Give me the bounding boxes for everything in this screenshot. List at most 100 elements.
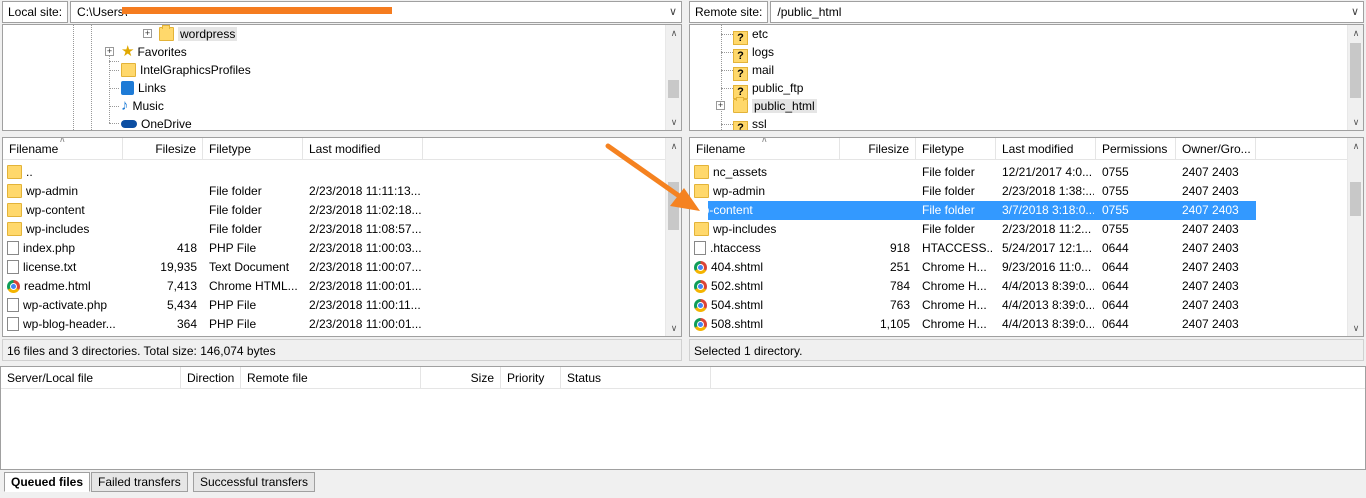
cell-owner: 2407 2403 — [1182, 317, 1239, 331]
column-header-status[interactable]: Status — [561, 367, 711, 389]
annotation-arrow-icon — [605, 143, 700, 211]
column-header-direction[interactable]: Direction — [181, 367, 241, 389]
column-header-filetype[interactable]: Filetype — [203, 138, 303, 160]
cell-name: wp-includes — [7, 220, 121, 239]
tab-failed-transfers[interactable]: Failed transfers — [91, 472, 188, 492]
column-header-last-modified[interactable]: Last modified — [996, 138, 1096, 160]
tree-item-links[interactable]: Links — [121, 79, 166, 97]
cell-perm: 0755 — [1102, 165, 1129, 179]
table-row[interactable]: wp-includes File folder 2/23/2018 11:2... 0… — [690, 220, 1256, 239]
column-header-filesize[interactable]: Filesize — [840, 138, 916, 160]
unknown-folder-icon: ? — [733, 121, 748, 130]
scroll-down-icon[interactable]: ∨ — [1348, 114, 1363, 130]
column-header-filetype[interactable]: Filetype — [916, 138, 996, 160]
tree-item-favorites[interactable]: ★ Favorites — [121, 43, 187, 61]
table-row[interactable]: .htaccess 918 HTACCESS... 5/24/2017 12:1...… — [690, 239, 1256, 258]
expand-icon[interactable]: + — [105, 47, 114, 56]
table-row[interactable]: index.php 418 PHP File 2/23/2018 11:00:03..… — [3, 239, 667, 258]
table-row[interactable]: wp-activate.php 5,434 PHP File 2/23/2018 11… — [3, 296, 667, 315]
table-row[interactable]: wp-admin File folder 2/23/2018 11:11:13... — [3, 182, 667, 201]
cell-type: PHP File — [209, 241, 257, 255]
scroll-up-icon[interactable]: ∧ — [1348, 138, 1363, 154]
tree-item-wordpress[interactable]: wordpress — [159, 25, 238, 43]
table-row[interactable]: 508.shtml 1,105 Chrome H... 4/4/2013 8:39:0… — [690, 315, 1256, 334]
tab-successful-transfers[interactable]: Successful transfers — [193, 472, 316, 492]
cell-name: 502.shtml — [694, 277, 838, 296]
chevron-down-icon[interactable]: ∨ — [1351, 2, 1359, 22]
cell-type: Chrome H... — [922, 298, 987, 312]
cell-modified: 2/23/2018 11:00:01... — [309, 317, 421, 331]
tree-item-intelgraphicsprofiles[interactable]: IntelGraphicsProfiles — [121, 61, 251, 79]
table-row[interactable]: readme.html 7,413 Chrome HTML... 2/23/2018 … — [3, 277, 667, 296]
sort-arrow-icon: ∧ — [761, 137, 768, 144]
cell-modified: 2/23/2018 11:00:07... — [309, 260, 421, 274]
column-header-owner-group[interactable]: Owner/Gro... — [1176, 138, 1256, 160]
chevron-down-icon[interactable]: ∨ — [669, 2, 677, 22]
scroll-up-icon[interactable]: ∧ — [1348, 25, 1363, 41]
tree-item-ssl[interactable]: ? ssl — [733, 115, 767, 130]
cell-name: readme.html — [7, 277, 121, 296]
scroll-down-icon[interactable]: ∨ — [666, 320, 681, 336]
scroll-down-icon[interactable]: ∨ — [666, 114, 681, 130]
local-path-input[interactable]: C:\Users\ ∨ — [70, 1, 682, 23]
remote-path-input[interactable]: /public_html ∨ — [770, 1, 1364, 23]
table-row[interactable]: license.txt 19,935 Text Document 2/23/2018 … — [3, 258, 667, 277]
redaction-mark — [122, 7, 393, 14]
table-row[interactable]: nc_assets File folder 12/21/2017 4:0... 075… — [690, 163, 1256, 182]
table-row[interactable]: wp-blog-header... 364 PHP File 2/23/2018 11… — [3, 315, 667, 334]
table-row[interactable]: 502.shtml 784 Chrome H... 4/4/2013 8:39:0..… — [690, 277, 1256, 296]
tree-item-onedrive[interactable]: OneDrive — [121, 115, 192, 130]
transfer-queue: Server/Local file Direction Remote file … — [0, 366, 1366, 470]
scroll-up-icon[interactable]: ∧ — [666, 25, 681, 41]
column-header-priority[interactable]: Priority — [501, 367, 561, 389]
table-row[interactable]: wp-includes File folder 2/23/2018 11:08:57… — [3, 220, 667, 239]
expand-icon[interactable]: + — [143, 29, 152, 38]
cell-modified: 12/21/2017 4:0... — [1002, 165, 1093, 179]
remote-list-scrollbar[interactable]: ∧ ∨ — [1347, 138, 1363, 336]
column-header-size[interactable]: Size — [421, 367, 501, 389]
links-icon — [121, 81, 134, 95]
tree-item-public-ftp[interactable]: ? public_ftp — [733, 79, 803, 99]
cell-modified: 4/4/2013 8:39:0... — [1002, 298, 1094, 312]
cell-name: index.php — [7, 239, 121, 258]
column-header-permissions[interactable]: Permissions — [1096, 138, 1176, 160]
column-header-last-modified[interactable]: Last modified — [303, 138, 423, 160]
table-row[interactable]: 404.shtml 251 Chrome H... 9/23/2016 11:0...… — [690, 258, 1256, 277]
column-header-filesize[interactable]: Filesize — [123, 138, 203, 160]
cell-type: Chrome H... — [922, 279, 987, 293]
table-row[interactable]: wp-content File folder 3/7/2018 3:18:0... 0… — [694, 201, 1256, 220]
tree-item-etc[interactable]: ? etc — [733, 25, 768, 45]
scroll-down-icon[interactable]: ∨ — [1348, 320, 1363, 336]
table-row[interactable]: wp-content File folder 2/23/2018 11:02:18.… — [3, 201, 667, 220]
cell-name: .htaccess — [694, 239, 838, 258]
cell-size: 19,935 — [160, 260, 197, 274]
table-row[interactable]: 504.shtml 763 Chrome H... 4/4/2013 8:39:0..… — [690, 296, 1256, 315]
table-row[interactable]: wp-admin File folder 2/23/2018 1:38:... 075… — [690, 182, 1256, 201]
tree-item-mail[interactable]: ? mail — [733, 61, 774, 81]
tree-item-music[interactable]: ♪ Music — [121, 97, 164, 115]
column-header-server-local-file[interactable]: Server/Local file — [1, 367, 181, 389]
scroll-thumb[interactable] — [668, 80, 679, 98]
cell-type: Text Document — [209, 260, 290, 274]
remote-tree-scrollbar[interactable]: ∧ ∨ — [1347, 25, 1363, 130]
onedrive-icon — [121, 120, 137, 128]
folder-icon — [7, 165, 22, 179]
cell-perm: 0755 — [1102, 222, 1129, 236]
file-icon — [7, 260, 19, 274]
cell-perm: 0644 — [1102, 317, 1129, 331]
local-tree-scrollbar[interactable]: ∧ ∨ — [665, 25, 681, 130]
local-directory-tree: + wordpress + ★ Favorites IntelGraphicsPr… — [2, 24, 682, 131]
scroll-thumb[interactable] — [1350, 43, 1361, 98]
cell-size: 418 — [176, 241, 197, 255]
expand-icon[interactable]: + — [716, 101, 725, 110]
tree-item-logs[interactable]: ? logs — [733, 43, 774, 63]
table-row[interactable]: .. — [3, 163, 667, 182]
tree-item-public-html[interactable]: public_html — [733, 97, 817, 115]
cell-type: PHP File — [209, 298, 257, 312]
column-header-remote-file[interactable]: Remote file — [241, 367, 421, 389]
chrome-icon — [694, 318, 707, 331]
scroll-thumb[interactable] — [1350, 182, 1361, 216]
cell-modified: 2/23/2018 11:2... — [1002, 222, 1092, 236]
cell-modified: 5/24/2017 12:1... — [1002, 241, 1093, 255]
tab-queued-files[interactable]: Queued files — [4, 472, 91, 492]
